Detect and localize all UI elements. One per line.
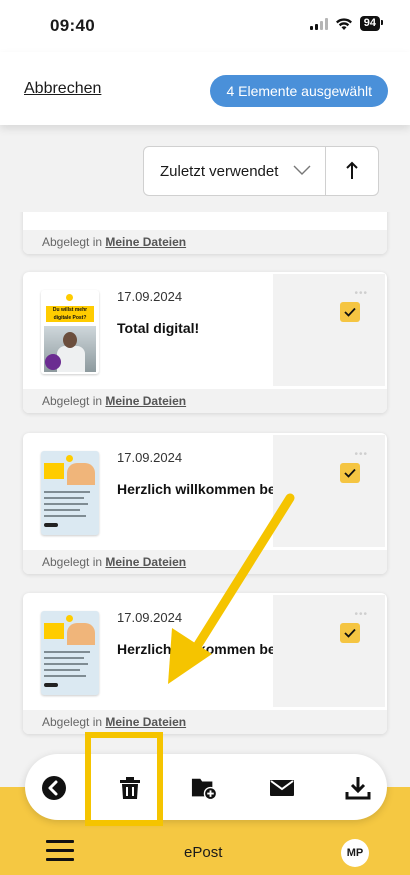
move-to-folder-button[interactable]	[191, 775, 217, 801]
document-card[interactable]: Abgelegt in Meine Dateien	[23, 212, 387, 254]
sort-value: Zuletzt verwendet	[160, 163, 279, 180]
selection-header: Abbrechen 4 Elemente ausgewählt	[0, 52, 410, 125]
download-button[interactable]	[345, 775, 371, 801]
card-filed-in: Abgelegt in Meine Dateien	[23, 710, 387, 734]
document-title: Total digital!	[117, 320, 200, 336]
back-icon	[42, 776, 66, 800]
highlight-annotation	[85, 732, 163, 826]
document-date: 17.09.2024	[117, 450, 183, 465]
more-options-icon[interactable]: •••	[354, 609, 368, 620]
folder-add-icon	[191, 778, 217, 801]
document-card[interactable]: Du willst mehr digitale Post? 17.09.2024…	[23, 272, 387, 413]
wifi-icon	[335, 17, 352, 30]
action-toolbar	[25, 754, 387, 820]
thumbnail-headline: Du willst mehr digitale Post?	[46, 306, 94, 322]
checkmark-icon	[344, 628, 356, 638]
selection-area[interactable]	[273, 274, 385, 386]
document-thumbnail	[41, 451, 99, 535]
selection-area[interactable]	[273, 595, 385, 707]
checkmark-icon	[344, 307, 356, 317]
selection-count-badge[interactable]: 4 Elemente ausgewählt	[210, 75, 388, 107]
card-filed-in: Abgelegt in Meine Dateien	[23, 550, 387, 574]
document-date: 17.09.2024	[117, 289, 183, 304]
hamburger-menu-icon[interactable]	[46, 840, 74, 862]
folder-link[interactable]: Meine Dateien	[105, 715, 186, 729]
document-thumbnail: Du willst mehr digitale Post?	[41, 290, 99, 374]
folder-link[interactable]: Meine Dateien	[105, 394, 186, 408]
more-options-icon[interactable]: •••	[354, 449, 368, 460]
sort-dropdown[interactable]: Zuletzt verwendet	[143, 146, 326, 196]
document-card[interactable]: 17.09.2024 Herzlich willkommen bei ePost…	[23, 593, 387, 734]
folder-link[interactable]: Meine Dateien	[105, 235, 186, 249]
sort-direction-button[interactable]	[325, 146, 379, 196]
document-thumbnail	[41, 611, 99, 695]
folder-link[interactable]: Meine Dateien	[105, 555, 186, 569]
selection-area[interactable]	[273, 435, 385, 547]
battery-indicator: 94	[359, 16, 384, 31]
back-button[interactable]	[41, 775, 67, 801]
app-title: ePost	[184, 844, 223, 861]
status-bar: 09:40 94	[0, 0, 410, 52]
card-filed-in: Abgelegt in Meine Dateien	[23, 389, 387, 413]
mail-icon	[270, 780, 294, 796]
download-icon	[345, 777, 371, 800]
status-time: 09:40	[50, 16, 95, 35]
item-checkbox[interactable]	[340, 623, 360, 643]
arrow-up-icon	[346, 161, 358, 179]
thumbnail-headline	[44, 623, 64, 639]
document-date: 17.09.2024	[117, 610, 183, 625]
cancel-button[interactable]: Abbrechen	[24, 80, 101, 98]
signal-icon	[309, 17, 328, 30]
checkmark-icon	[344, 468, 356, 478]
send-mail-button[interactable]	[269, 775, 295, 801]
chevron-down-icon	[293, 165, 311, 175]
thumbnail-headline	[44, 463, 64, 479]
item-checkbox[interactable]	[340, 302, 360, 322]
more-options-icon[interactable]: •••	[354, 288, 368, 299]
document-card[interactable]: 17.09.2024 Herzlich willkommen bei ePost…	[23, 433, 387, 574]
card-filed-in: Abgelegt in Meine Dateien	[23, 230, 387, 254]
item-checkbox[interactable]	[340, 463, 360, 483]
status-icons: 94	[309, 16, 384, 31]
avatar[interactable]: MP	[341, 839, 369, 867]
